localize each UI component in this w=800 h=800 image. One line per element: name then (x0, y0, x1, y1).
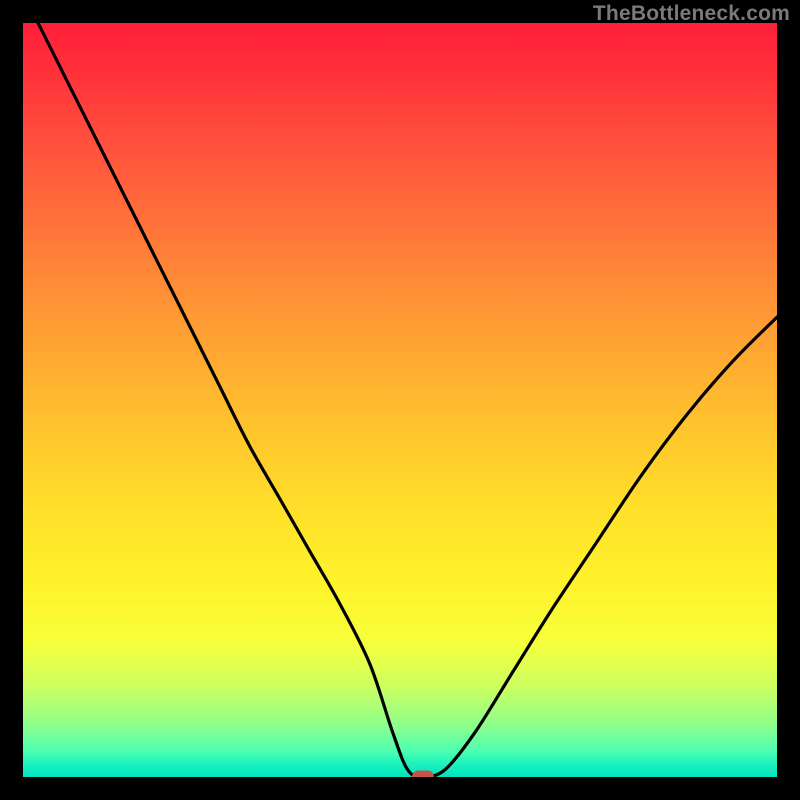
chart-frame: TheBottleneck.com (0, 0, 800, 800)
bottleneck-curve (23, 23, 777, 777)
watermark-text: TheBottleneck.com (593, 2, 790, 26)
optimal-point-marker (412, 771, 434, 778)
plot-area (23, 23, 777, 777)
